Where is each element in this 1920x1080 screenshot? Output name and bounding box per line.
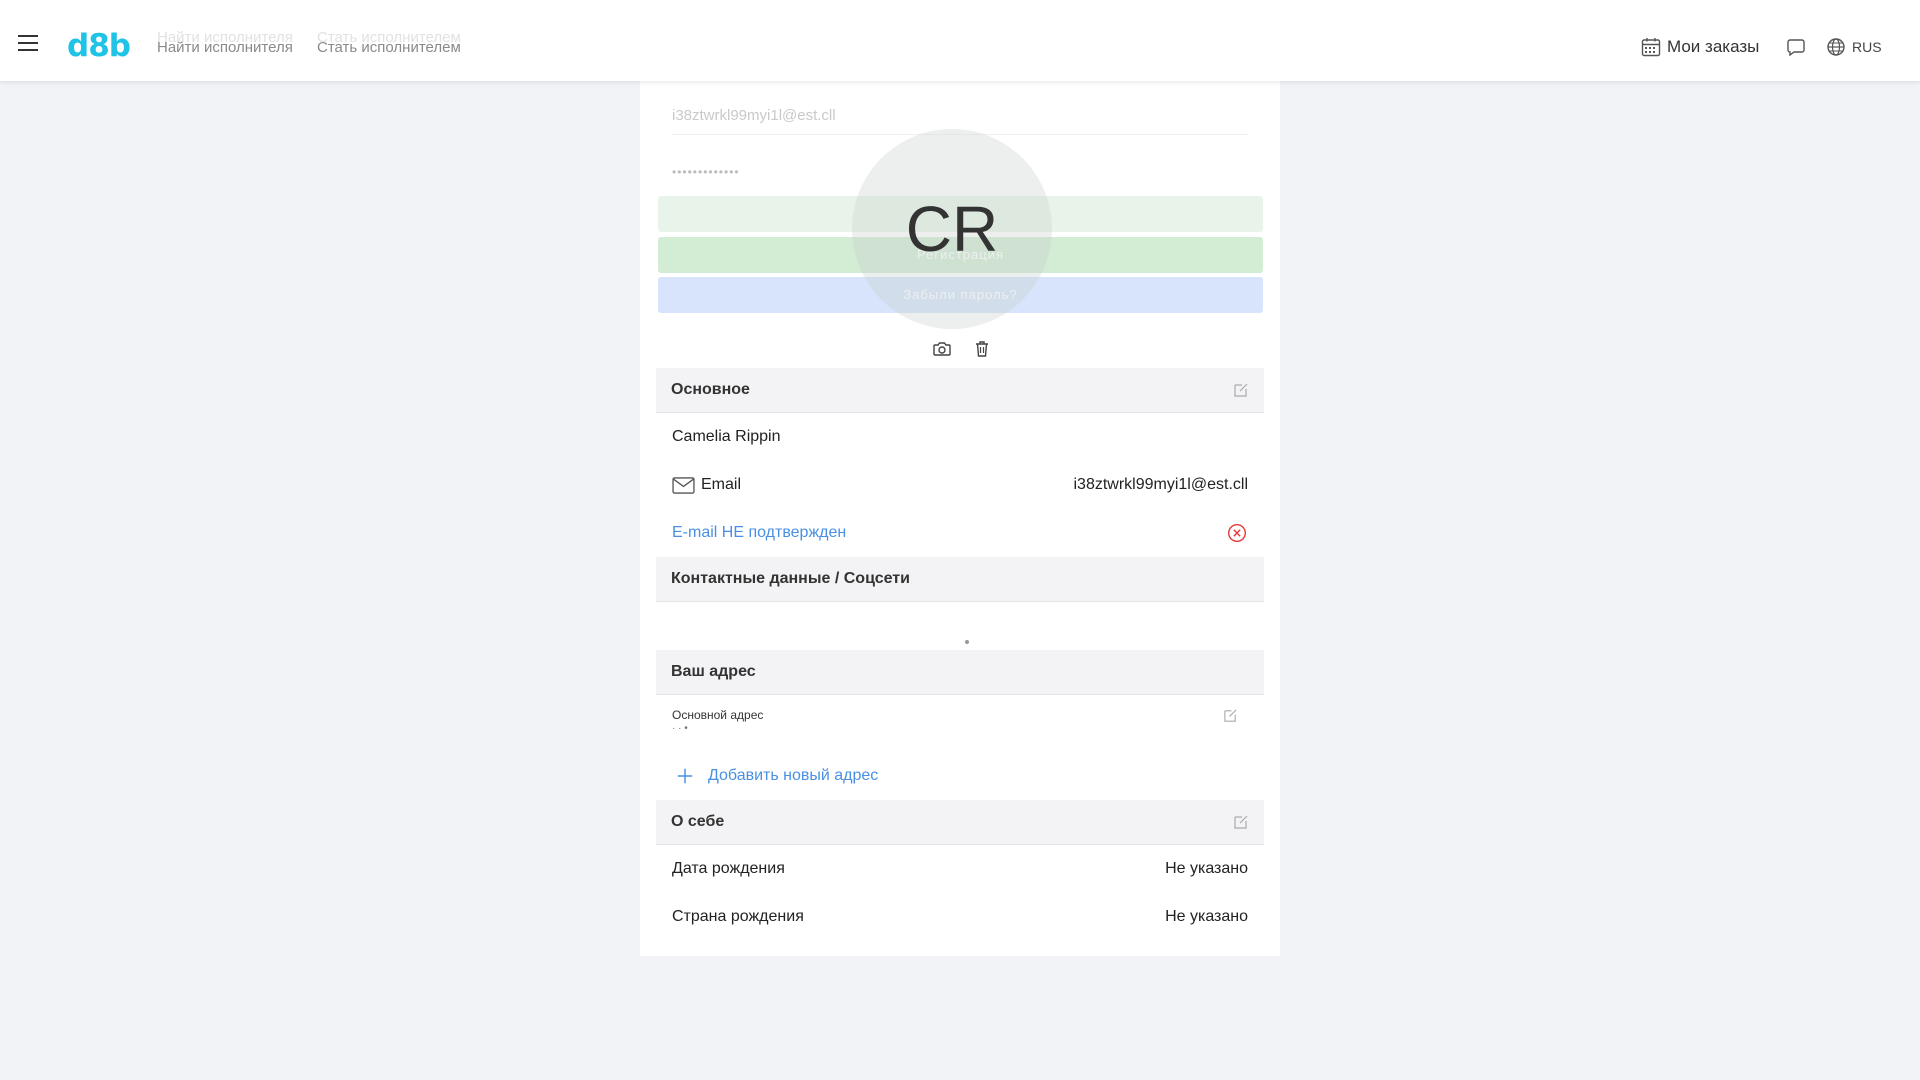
- nav-become-performer[interactable]: Стать исполнителем Стать исполнителем: [317, 29, 461, 56]
- birth-country-row: Страна рождения Не указано: [672, 908, 1248, 925]
- chat-button[interactable]: [1786, 37, 1806, 57]
- email-status-row: E-mail НЕ подтвержден: [672, 522, 1248, 544]
- password-input-ghost: •••••••••••••: [672, 165, 740, 179]
- edit-icon[interactable]: [1233, 814, 1249, 830]
- error-circle-icon: [1227, 523, 1247, 543]
- primary-address-label: Основной адрес: [672, 708, 764, 722]
- section-address-header: Ваш адрес: [656, 650, 1264, 695]
- section-contacts-header: Контактные данные / Соцсети: [656, 557, 1264, 602]
- trash-icon[interactable]: [972, 339, 992, 359]
- mail-icon: [672, 476, 695, 494]
- loading-indicator: [965, 640, 969, 644]
- full-name: Camelia Rippin: [672, 428, 781, 445]
- menu-icon[interactable]: [18, 35, 38, 51]
- chat-icon: [1787, 39, 1805, 57]
- nav-find-performer[interactable]: Найти исполнителя Найти исполнителя: [157, 29, 293, 56]
- edit-icon[interactable]: [1233, 382, 1249, 398]
- email-row: Email i38ztwrkl99myi1l@est.cll: [672, 474, 1248, 496]
- camera-icon[interactable]: [932, 339, 952, 359]
- section-basic-header: Основное: [656, 368, 1264, 413]
- profile-card: i38ztwrkl99myi1l@est.cll ••••••••••••• Р…: [640, 81, 1280, 956]
- top-header: d8b Найти исполнителя Найти исполнителя …: [0, 0, 1920, 81]
- avatar[interactable]: CR: [852, 129, 1052, 329]
- section-about-header: О себе: [656, 800, 1264, 845]
- my-orders-link[interactable]: Мои заказы: [1641, 37, 1759, 57]
- email-input-ghost: i38ztwrkl99myi1l@est.cll: [672, 107, 836, 124]
- email-not-confirmed-link[interactable]: E-mail НЕ подтвержден: [672, 524, 846, 542]
- edit-address-icon[interactable]: [1223, 708, 1238, 723]
- globe-icon: [1827, 38, 1845, 56]
- avatar-actions: [932, 339, 992, 359]
- calendar-icon: [1641, 38, 1661, 57]
- logo[interactable]: d8b: [67, 26, 131, 66]
- language-switcher[interactable]: RUS: [1826, 37, 1882, 57]
- add-address-button[interactable]: Добавить новый адрес: [672, 765, 1248, 787]
- plus-icon: [677, 768, 693, 784]
- birth-date-row: Дата рождения Не указано: [672, 860, 1248, 877]
- primary-address-value: · · •: [672, 723, 688, 734]
